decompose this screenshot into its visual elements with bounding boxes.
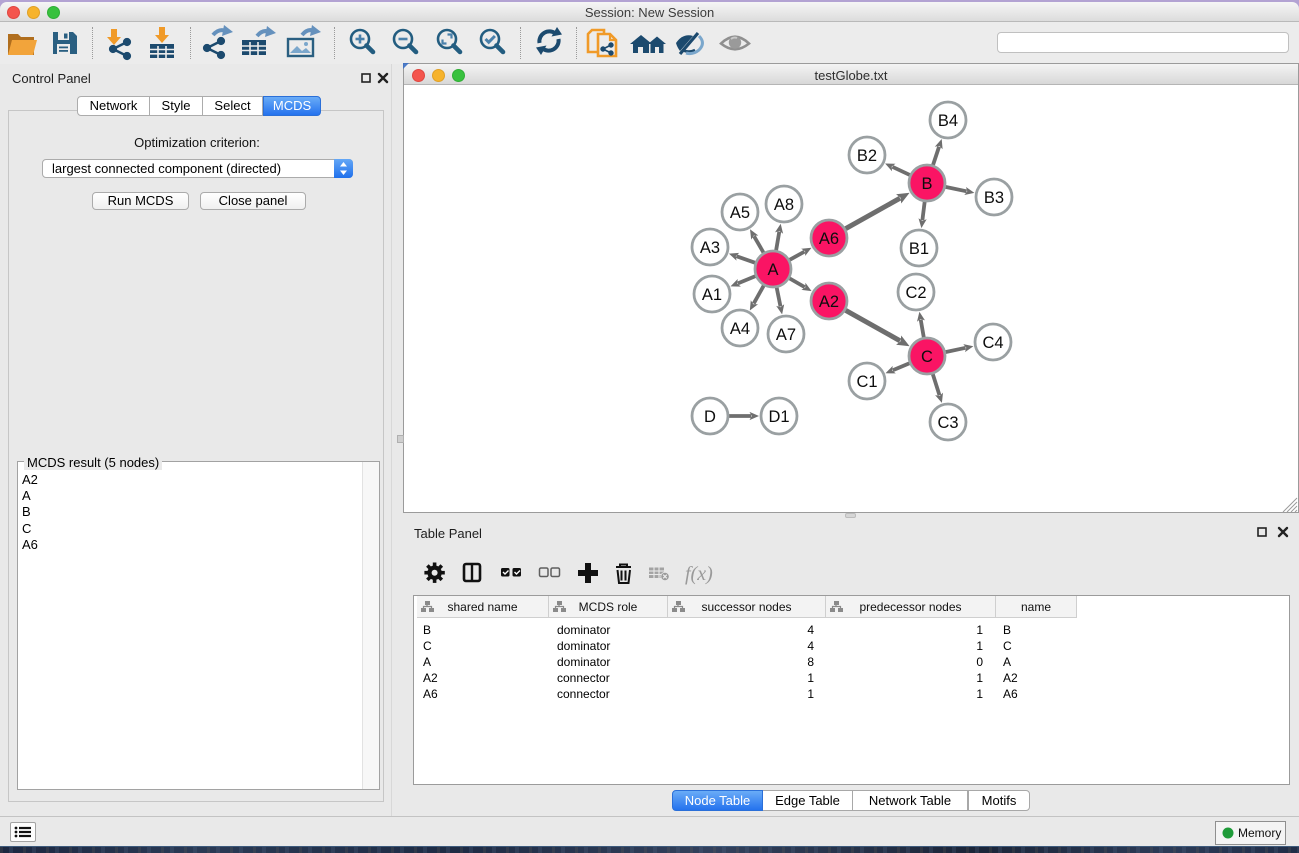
svg-text:B2: B2: [857, 147, 877, 165]
svg-text:D1: D1: [768, 408, 789, 426]
svg-text:A6: A6: [819, 230, 839, 248]
svg-text:A7: A7: [776, 326, 796, 344]
svg-text:A1: A1: [702, 286, 722, 304]
svg-text:A5: A5: [730, 204, 750, 222]
svg-text:C1: C1: [856, 373, 877, 391]
svg-text:A2: A2: [819, 293, 839, 311]
svg-text:C: C: [921, 348, 933, 366]
svg-text:C4: C4: [982, 334, 1003, 352]
svg-text:B3: B3: [984, 189, 1004, 207]
svg-text:D: D: [704, 408, 716, 426]
svg-text:A3: A3: [700, 239, 720, 257]
svg-text:f(x): f(x): [685, 563, 713, 585]
svg-text:C2: C2: [905, 284, 926, 302]
svg-text:B: B: [921, 175, 932, 193]
svg-text:B4: B4: [938, 112, 958, 130]
svg-text:A4: A4: [730, 320, 750, 338]
svg-text:A: A: [767, 261, 778, 279]
svg-text:A8: A8: [774, 196, 794, 214]
svg-text:B1: B1: [909, 240, 929, 258]
svg-text:C3: C3: [937, 414, 958, 432]
svg-text:Memory: Memory: [1238, 826, 1281, 840]
